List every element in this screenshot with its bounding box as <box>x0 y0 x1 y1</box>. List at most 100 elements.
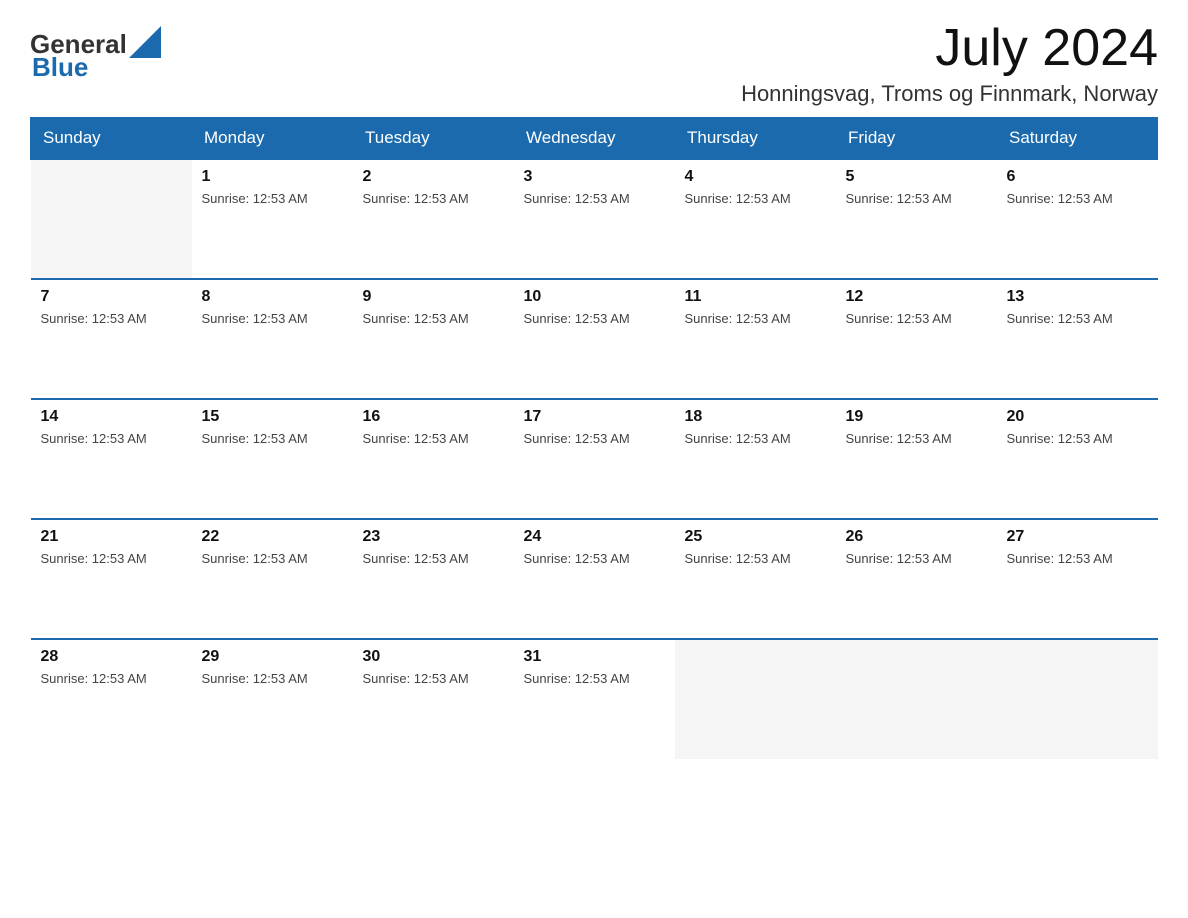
sunrise-info: Sunrise: 12:53 AM <box>202 311 308 326</box>
header-tuesday: Tuesday <box>353 118 514 160</box>
sunrise-info: Sunrise: 12:53 AM <box>363 551 469 566</box>
sunrise-info: Sunrise: 12:53 AM <box>1007 191 1113 206</box>
table-row <box>31 159 192 279</box>
day-number: 2 <box>363 168 504 186</box>
day-number: 9 <box>363 288 504 306</box>
table-row: 29Sunrise: 12:53 AM <box>192 639 353 759</box>
table-row: 30 Sunrise: 12:53 AM <box>353 639 514 759</box>
sunrise-info: Sunrise: 12:53 AM <box>1007 431 1113 446</box>
sunrise-info: Sunrise: 12:53 AM <box>41 431 147 446</box>
sunrise-info: Sunrise: 12:53 AM <box>846 191 952 206</box>
day-number: 23 <box>363 528 504 546</box>
table-row <box>675 639 836 759</box>
day-number: 27 <box>1007 528 1148 546</box>
table-row: 22 Sunrise: 12:53 AM <box>192 519 353 639</box>
day-number: 30 <box>363 648 504 666</box>
day-number: 3 <box>524 168 665 186</box>
table-row: 3Sunrise: 12:53 AM <box>514 159 675 279</box>
day-number: 22 <box>202 528 343 546</box>
table-row: 19Sunrise: 12:53 AM <box>836 399 997 519</box>
day-number: 8 <box>202 288 343 306</box>
logo-text-blue: Blue <box>30 54 161 80</box>
day-number: 31 <box>524 648 665 666</box>
sunrise-info: Sunrise: 12:53 AM <box>846 311 952 326</box>
day-number: 12 <box>846 288 987 306</box>
day-number: 16 <box>363 408 504 426</box>
table-row: 18 Sunrise: 12:53 AM <box>675 399 836 519</box>
table-row <box>836 639 997 759</box>
table-row: 11 Sunrise: 12:53 AM <box>675 279 836 399</box>
table-row: 5 Sunrise: 12:53 AM <box>836 159 997 279</box>
day-number: 4 <box>685 168 826 186</box>
sunrise-info: Sunrise: 12:53 AM <box>202 431 308 446</box>
table-row: 16 Sunrise: 12:53 AM <box>353 399 514 519</box>
table-row: 13 Sunrise: 12:53 AM <box>997 279 1158 399</box>
day-number: 14 <box>41 408 182 426</box>
sunrise-info: Sunrise: 12:53 AM <box>363 311 469 326</box>
table-row: 26 Sunrise: 12:53 AM <box>836 519 997 639</box>
sunrise-info: Sunrise: 12:53 AM <box>202 191 308 206</box>
table-row: 20 Sunrise: 12:53 AM <box>997 399 1158 519</box>
sunrise-info: Sunrise: 12:53 AM <box>363 671 469 686</box>
sunrise-info: Sunrise: 12:53 AM <box>1007 551 1113 566</box>
sunrise-info: Sunrise: 12:53 AM <box>363 431 469 446</box>
calendar-week-row: 14Sunrise: 12:53 AM15Sunrise: 12:53 AM16… <box>31 399 1158 519</box>
header-monday: Monday <box>192 118 353 160</box>
sunrise-info: Sunrise: 12:53 AM <box>41 311 147 326</box>
day-number: 18 <box>685 408 826 426</box>
page-header: General Blue July 2024 Honningsvag, Trom… <box>30 20 1158 107</box>
sunrise-info: Sunrise: 12:53 AM <box>524 671 630 686</box>
day-number: 13 <box>1007 288 1148 306</box>
sunrise-info: Sunrise: 12:53 AM <box>524 551 630 566</box>
day-number: 6 <box>1007 168 1148 186</box>
header-wednesday: Wednesday <box>514 118 675 160</box>
header-sunday: Sunday <box>31 118 192 160</box>
day-number: 26 <box>846 528 987 546</box>
table-row: 31 Sunrise: 12:53 AM <box>514 639 675 759</box>
table-row: 6 Sunrise: 12:53 AM <box>997 159 1158 279</box>
table-row: 17Sunrise: 12:53 AM <box>514 399 675 519</box>
sunrise-info: Sunrise: 12:53 AM <box>685 551 791 566</box>
table-row: 27 Sunrise: 12:53 AM <box>997 519 1158 639</box>
table-row: 21Sunrise: 12:53 AM <box>31 519 192 639</box>
sunrise-info: Sunrise: 12:53 AM <box>1007 311 1113 326</box>
day-number: 1 <box>202 168 343 186</box>
header-saturday: Saturday <box>997 118 1158 160</box>
calendar-header-row: Sunday Monday Tuesday Wednesday Thursday… <box>31 118 1158 160</box>
day-number: 21 <box>41 528 182 546</box>
sunrise-info: Sunrise: 12:53 AM <box>524 311 630 326</box>
day-number: 7 <box>41 288 182 306</box>
sunrise-info: Sunrise: 12:53 AM <box>685 311 791 326</box>
location-title: Honningsvag, Troms og Finnmark, Norway <box>741 81 1158 107</box>
header-thursday: Thursday <box>675 118 836 160</box>
table-row: 12 Sunrise: 12:53 AM <box>836 279 997 399</box>
table-row: 8 Sunrise: 12:53 AM <box>192 279 353 399</box>
table-row: 1 Sunrise: 12:53 AM <box>192 159 353 279</box>
day-number: 5 <box>846 168 987 186</box>
day-number: 17 <box>524 408 665 426</box>
sunrise-info: Sunrise: 12:53 AM <box>685 431 791 446</box>
table-row: 25 Sunrise: 12:53 AM <box>675 519 836 639</box>
table-row: 24Sunrise: 12:53 AM <box>514 519 675 639</box>
day-number: 15 <box>202 408 343 426</box>
table-row: 15 Sunrise: 12:53 AM <box>192 399 353 519</box>
sunrise-info: Sunrise: 12:53 AM <box>846 551 952 566</box>
calendar-week-row: 28Sunrise: 12:53 AM29Sunrise: 12:53 AM30… <box>31 639 1158 759</box>
table-row: 14 Sunrise: 12:53 AM <box>31 399 192 519</box>
day-number: 11 <box>685 288 826 306</box>
day-number: 28 <box>41 648 182 666</box>
sunrise-info: Sunrise: 12:53 AM <box>41 671 147 686</box>
day-number: 10 <box>524 288 665 306</box>
day-number: 20 <box>1007 408 1148 426</box>
calendar-week-row: 1Sunrise: 12:53 AM2Sunrise: 12:53 AM3Sun… <box>31 159 1158 279</box>
table-row: 4 Sunrise: 12:53 AM <box>675 159 836 279</box>
day-number: 25 <box>685 528 826 546</box>
table-row: 9 Sunrise: 12:53 AM <box>353 279 514 399</box>
title-area: July 2024 Honningsvag, Troms og Finnmark… <box>741 20 1158 107</box>
table-row: 7 Sunrise: 12:53 AM <box>31 279 192 399</box>
sunrise-info: Sunrise: 12:53 AM <box>202 551 308 566</box>
table-row: 2Sunrise: 12:53 AM <box>353 159 514 279</box>
logo: General Blue <box>30 30 161 80</box>
calendar-week-row: 21Sunrise: 12:53 AM22Sunrise: 12:53 AM23… <box>31 519 1158 639</box>
sunrise-info: Sunrise: 12:53 AM <box>685 191 791 206</box>
